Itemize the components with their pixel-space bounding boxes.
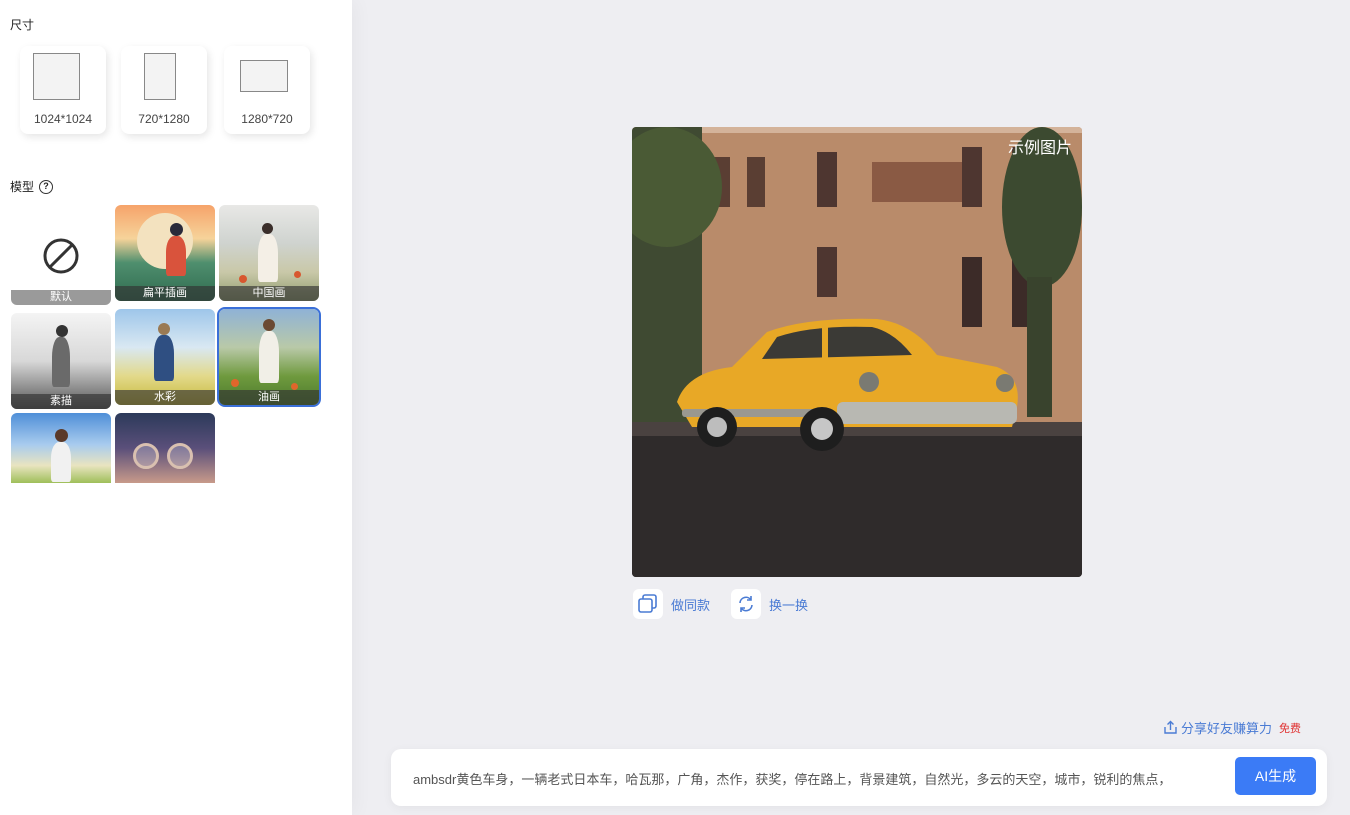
refresh-label: 换一换 bbox=[769, 597, 809, 613]
prompt-input-bar: ambsdr黄色车身，一辆老式日本车，哈瓦那，广角，杰作，获奖，停在路上，背景建… bbox=[391, 749, 1327, 806]
help-icon[interactable]: ? bbox=[39, 179, 54, 194]
model-label: 默认 bbox=[11, 290, 111, 305]
landscape-ratio-icon bbox=[240, 60, 288, 92]
size-label: 1024*1024 bbox=[33, 112, 93, 126]
size-label: 1280*720 bbox=[241, 112, 293, 126]
model-label: 素描 bbox=[11, 394, 111, 409]
example-image-tag: 示例图片 bbox=[1007, 140, 1072, 157]
free-badge: 免费 bbox=[1279, 723, 1301, 735]
model-option-sketch[interactable]: 素描 bbox=[11, 313, 111, 409]
model-label: 油画 bbox=[219, 390, 319, 405]
model-section-title: 模型 ? bbox=[10, 178, 54, 195]
square-ratio-icon bbox=[33, 53, 80, 100]
model-option-oil-painting[interactable]: 油画 bbox=[217, 307, 321, 407]
settings-sidebar: 尺寸 1024*1024 720*1280 1280*720 模型 ? 默认 扁… bbox=[0, 0, 352, 815]
model-option-flat-illustration[interactable]: 扁平插画 bbox=[115, 205, 215, 301]
refresh-icon bbox=[731, 589, 761, 619]
model-label: 水彩 bbox=[115, 390, 215, 405]
model-thumbnail bbox=[11, 413, 111, 483]
model-label: 扁平插画 bbox=[115, 286, 215, 301]
model-option-anime-outdoor[interactable] bbox=[11, 413, 111, 483]
make-same-style-label: 做同款 bbox=[671, 597, 711, 613]
share-icon bbox=[1164, 720, 1177, 734]
refresh-example-button[interactable]: 换一换 bbox=[731, 589, 808, 619]
model-label: 中国画 bbox=[219, 286, 319, 301]
example-preview-image: 示例图片 bbox=[632, 127, 1082, 577]
prompt-input[interactable]: ambsdr黄色车身，一辆老式日本车，哈瓦那，广角，杰作，获奖，停在路上，背景建… bbox=[413, 769, 1228, 788]
portrait-ratio-icon bbox=[144, 53, 176, 100]
model-thumbnail bbox=[115, 413, 215, 483]
size-option-1280x720[interactable]: 1280*720 bbox=[224, 46, 310, 134]
model-option-anime-portrait[interactable] bbox=[115, 413, 215, 483]
model-option-default[interactable]: 默认 bbox=[11, 209, 111, 305]
size-section-title: 尺寸 bbox=[10, 18, 35, 32]
car-scene-illustration bbox=[632, 127, 1082, 577]
size-label: 720*1280 bbox=[138, 112, 190, 126]
share-label: 分享好友赚算力 bbox=[1181, 721, 1273, 736]
size-option-720x1280[interactable]: 720*1280 bbox=[121, 46, 207, 134]
model-option-chinese-painting[interactable]: 中国画 bbox=[219, 205, 319, 301]
copy-icon bbox=[633, 589, 663, 619]
size-option-1024x1024[interactable]: 1024*1024 bbox=[20, 46, 106, 134]
make-same-style-button[interactable]: 做同款 bbox=[633, 589, 710, 619]
model-option-watercolor[interactable]: 水彩 bbox=[115, 309, 215, 405]
share-friends-link[interactable]: 分享好友赚算力 bbox=[1163, 718, 1272, 737]
ai-generate-button[interactable]: AI生成 bbox=[1235, 757, 1316, 795]
